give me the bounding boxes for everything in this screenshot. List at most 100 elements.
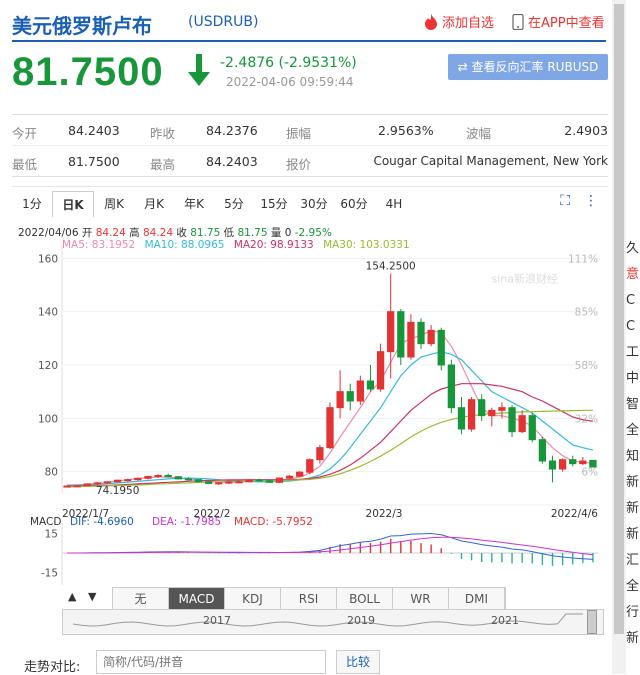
indicator-rsi[interactable]: RSI xyxy=(281,588,337,610)
page-title: 美元俄罗斯卢布 xyxy=(12,14,152,38)
stat-label: 报价 xyxy=(286,157,312,172)
down-arrow-icon xyxy=(188,54,210,86)
scrollbar-thumb[interactable] xyxy=(614,4,624,634)
sidebar-item[interactable]: 新 xyxy=(626,626,640,652)
sidebar-item[interactable]: C xyxy=(626,314,640,340)
candle-body xyxy=(336,391,344,409)
time-range-slider[interactable]: 2017 2019 2021 xyxy=(62,609,604,635)
candle-body xyxy=(83,483,91,487)
sidebar-item[interactable]: 久 xyxy=(626,236,640,262)
pct-tick-label: 58% xyxy=(575,360,598,372)
candlestick-chart[interactable]: 16014012010080111%85%58%32%6%2022/1/7 202… xyxy=(12,187,608,587)
pct-tick-label: 111% xyxy=(568,253,598,265)
view-in-app-link[interactable]: 在APP中查看 xyxy=(512,12,605,31)
candle-body xyxy=(457,407,466,430)
sidebar-item[interactable]: 新 xyxy=(626,522,640,548)
max-price-label: 154.2500 xyxy=(366,261,416,273)
stats-row: 最低 81.7500 最高 84.2403 报价 Cougar Capital … xyxy=(12,145,608,176)
pct-tick-label: 6% xyxy=(581,467,598,479)
slider-handle[interactable] xyxy=(587,610,597,634)
stats-table: 今开 84.2403 昨收 84.2376 振幅 2.9563% 波幅 2.49… xyxy=(12,114,608,177)
scroll-up-icon[interactable]: ▲ xyxy=(68,590,76,603)
candle-body xyxy=(346,391,354,402)
sidebar-item[interactable]: 中 xyxy=(626,366,640,392)
candle-body xyxy=(538,439,547,462)
reverse-rate-button[interactable]: ⇄ 查看反向汇率 RUBUSD xyxy=(448,54,608,80)
sidebar-item[interactable]: 全 xyxy=(626,418,640,444)
y-tick-label: 80 xyxy=(45,467,58,479)
candle-body xyxy=(113,479,122,483)
add-favorite-link[interactable]: 添加自选 xyxy=(424,12,494,31)
stat-label: 波幅 xyxy=(466,126,492,141)
stat-value: 81.7500 xyxy=(68,154,120,169)
stat-value: 84.2376 xyxy=(206,123,258,138)
sidebar-item[interactable]: 智 xyxy=(626,392,640,418)
current-price: 81.7500 xyxy=(12,50,164,94)
indicator-macd[interactable]: MACD xyxy=(169,588,225,610)
candle-body xyxy=(498,407,506,411)
indicator-kdj[interactable]: KDJ xyxy=(225,588,281,610)
sidebar-item[interactable]: 新 xyxy=(626,470,640,496)
y-tick-label: 140 xyxy=(38,307,58,319)
sidebar-item[interactable]: 汇 xyxy=(626,548,640,574)
stat-label: 振幅 xyxy=(286,126,312,141)
view-in-app-label: 在APP中查看 xyxy=(528,16,605,31)
candle-body xyxy=(376,351,385,390)
stat-value: 84.2403 xyxy=(206,154,258,169)
sidebar-fragment: 久意CC工中智全知新新新汇全行新 xyxy=(626,236,640,652)
candle-body xyxy=(73,485,81,488)
candle-body xyxy=(569,459,577,465)
macd-dea: DEA: -1.7985 xyxy=(152,516,221,528)
candle-body xyxy=(164,474,172,478)
sidebar-item[interactable]: 全 xyxy=(626,574,640,600)
y-tick-label: 100 xyxy=(38,413,58,425)
macd-y-tick: -15 xyxy=(41,568,58,580)
candle-body xyxy=(63,485,71,488)
macd-y-tick: 15 xyxy=(45,529,58,541)
y-tick-label: 120 xyxy=(38,360,58,372)
candle-body xyxy=(558,459,567,470)
compare-button[interactable]: 比较 xyxy=(336,650,380,674)
candle-body xyxy=(306,459,314,473)
add-favorite-label: 添加自选 xyxy=(442,16,495,31)
candle-body xyxy=(245,479,253,483)
indicator-none[interactable]: 无 xyxy=(113,588,169,610)
price-change: -2.4876 (-2.9531%) xyxy=(220,55,357,71)
candle-body xyxy=(488,409,496,417)
stat-label: 今开 xyxy=(12,126,38,141)
candle-body xyxy=(356,380,364,402)
candle-body xyxy=(225,481,233,484)
x-tick-label: 2022/3 xyxy=(366,508,403,520)
symbol-code: (USDRUB) xyxy=(188,14,259,30)
macd-title: MACD xyxy=(30,516,61,528)
candle-body xyxy=(407,321,415,358)
candle-body xyxy=(275,477,284,483)
stat-label: 昨收 xyxy=(150,126,176,141)
candle-body xyxy=(387,311,395,353)
indicator-wr[interactable]: WR xyxy=(393,588,449,610)
phone-icon xyxy=(512,13,524,30)
candle-body xyxy=(447,364,455,409)
candle-body xyxy=(326,407,334,449)
indicator-dmi[interactable]: DMI xyxy=(449,588,505,610)
candle-body xyxy=(215,482,223,485)
sidebar-item[interactable]: 意 xyxy=(626,262,640,288)
scroll-down-icon[interactable]: ▼ xyxy=(88,590,96,603)
candle-body xyxy=(437,329,445,366)
candle-body xyxy=(296,471,304,477)
sidebar-item[interactable]: C xyxy=(626,288,640,314)
candle-body xyxy=(508,407,516,433)
sidebar-item[interactable]: 新 xyxy=(626,496,640,522)
compare-input[interactable] xyxy=(96,650,326,674)
candle-body xyxy=(93,482,102,485)
sidebar-item[interactable]: 行 xyxy=(626,600,640,626)
pct-tick-label: 32% xyxy=(575,413,598,425)
y-tick-label: 160 xyxy=(38,253,58,265)
stat-label: 最高 xyxy=(150,157,176,172)
candle-body xyxy=(316,447,324,461)
candle-body xyxy=(589,459,597,468)
sidebar-item[interactable]: 知 xyxy=(626,444,640,470)
macd-dif: DIF: -4.6960 xyxy=(70,516,134,528)
indicator-boll[interactable]: BOLL xyxy=(337,588,393,610)
sidebar-item[interactable]: 工 xyxy=(626,340,640,366)
